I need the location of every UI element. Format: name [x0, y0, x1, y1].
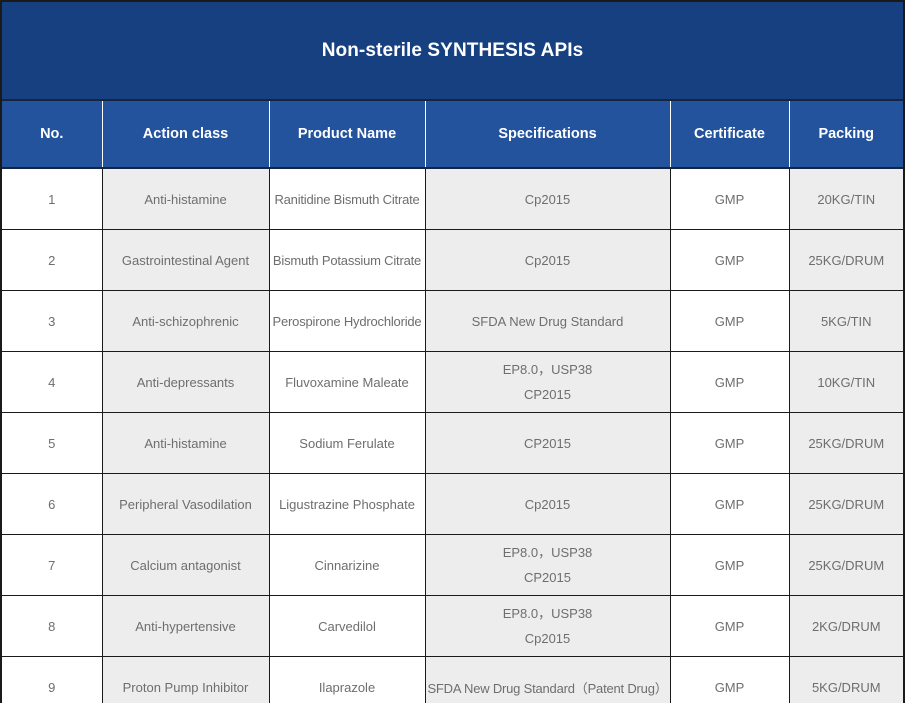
spec-line-2: CP2015 — [524, 570, 571, 585]
cell-action-class: Peripheral Vasodilation — [102, 473, 270, 535]
cell-product-name: Ilaprazole — [269, 656, 426, 703]
cell-certificate: GMP — [670, 595, 790, 657]
cell-packing: 25KG/DRUM — [789, 229, 903, 291]
cell-action-class: Proton Pump Inhibitor — [102, 656, 270, 703]
non-sterile-synthesis-apis-table: Non-sterile SYNTHESIS APIs No. Action cl… — [2, 2, 903, 703]
cell-packing: 25KG/DRUM — [789, 412, 903, 474]
cell-certificate: GMP — [670, 534, 790, 596]
cell-packing: 10KG/TIN — [789, 351, 903, 413]
cell-specifications: Cp2015 — [425, 229, 671, 291]
cell-packing: 20KG/TIN — [789, 168, 903, 230]
spec-line-1: EP8.0，USP38 — [502, 545, 593, 560]
cell-certificate: GMP — [670, 168, 790, 230]
cell-no: 4 — [2, 351, 103, 413]
cell-specifications: SFDA New Drug Standard（Patent Drug） — [425, 656, 671, 703]
cell-specifications: EP8.0，USP38 Cp2015 — [425, 595, 671, 657]
table-row: 8 Anti-hypertensive Carvedilol EP8.0，USP… — [2, 595, 903, 657]
spec-line-1: EP8.0，USP38 — [502, 606, 593, 621]
cell-certificate: GMP — [670, 290, 790, 352]
cell-product-name: Fluvoxamine Maleate — [269, 351, 426, 413]
cell-no: 3 — [2, 290, 103, 352]
cell-action-class: Gastrointestinal Agent — [102, 229, 270, 291]
cell-product-name: Ligustrazine Phosphate — [269, 473, 426, 535]
cell-packing: 25KG/DRUM — [789, 473, 903, 535]
cell-packing: 5KG/DRUM — [789, 656, 903, 703]
cell-product-name: Carvedilol — [269, 595, 426, 657]
column-header-action-class[interactable]: Action class — [101, 99, 270, 169]
spec-line-1: EP8.0，USP38 — [502, 362, 593, 377]
cell-product-name: Ranitidine Bismuth Citrate — [269, 168, 426, 230]
cell-specifications: Cp2015 — [425, 473, 671, 535]
spec-line-2: CP2015 — [524, 387, 571, 402]
cell-no: 7 — [2, 534, 103, 596]
table-title-row: Non-sterile SYNTHESIS APIs — [2, 2, 903, 100]
cell-action-class: Anti-schizophrenic — [102, 290, 270, 352]
cell-certificate: GMP — [670, 229, 790, 291]
table-row: 5 Anti-histamine Sodium Ferulate CP2015 … — [2, 412, 903, 474]
spec-line-2: Cp2015 — [524, 631, 571, 646]
cell-packing: 5KG/TIN — [789, 290, 903, 352]
table-row: 9 Proton Pump Inhibitor Ilaprazole SFDA … — [2, 656, 903, 703]
cell-no: 6 — [2, 473, 103, 535]
cell-certificate: GMP — [670, 656, 790, 703]
cell-no: 9 — [2, 656, 103, 703]
cell-product-name: Cinnarizine — [269, 534, 426, 596]
table-row: 3 Anti-schizophrenic Perospirone Hydroch… — [2, 290, 903, 352]
column-header-no[interactable]: No. — [2, 99, 103, 169]
cell-no: 1 — [2, 168, 103, 230]
cell-no: 5 — [2, 412, 103, 474]
api-table-container: Non-sterile SYNTHESIS APIs No. Action cl… — [0, 0, 905, 703]
table-row: 6 Peripheral Vasodilation Ligustrazine P… — [2, 473, 903, 535]
cell-specifications: SFDA New Drug Standard — [425, 290, 671, 352]
table-row: 1 Anti-histamine Ranitidine Bismuth Citr… — [2, 168, 903, 230]
cell-action-class: Anti-histamine — [102, 412, 270, 474]
table-header-row: No. Action class Product Name Specificat… — [2, 99, 903, 169]
cell-specifications: Cp2015 — [425, 168, 671, 230]
cell-specifications: EP8.0，USP38 CP2015 — [425, 534, 671, 596]
cell-certificate: GMP — [670, 351, 790, 413]
cell-action-class: Calcium antagonist — [102, 534, 270, 596]
cell-product-name: Perospirone Hydrochloride — [269, 290, 426, 352]
cell-packing: 25KG/DRUM — [789, 534, 903, 596]
column-header-certificate[interactable]: Certificate — [669, 99, 790, 169]
cell-specifications: CP2015 — [425, 412, 671, 474]
table-body: 1 Anti-histamine Ranitidine Bismuth Citr… — [2, 168, 903, 703]
cell-certificate: GMP — [670, 473, 790, 535]
cell-no: 2 — [2, 229, 103, 291]
cell-no: 8 — [2, 595, 103, 657]
cell-product-name: Bismuth Potassium Citrate — [269, 229, 426, 291]
cell-action-class: Anti-hypertensive — [102, 595, 270, 657]
table-row: 2 Gastrointestinal Agent Bismuth Potassi… — [2, 229, 903, 291]
table-row: 7 Calcium antagonist Cinnarizine EP8.0，U… — [2, 534, 903, 596]
column-header-product-name[interactable]: Product Name — [268, 99, 426, 169]
column-header-specifications[interactable]: Specifications — [424, 99, 671, 169]
table-row: 4 Anti-depressants Fluvoxamine Maleate E… — [2, 351, 903, 413]
cell-packing: 2KG/DRUM — [789, 595, 903, 657]
cell-product-name: Sodium Ferulate — [269, 412, 426, 474]
cell-certificate: GMP — [670, 412, 790, 474]
column-header-packing[interactable]: Packing — [788, 99, 903, 169]
cell-action-class: Anti-histamine — [102, 168, 270, 230]
cell-specifications: EP8.0，USP38 CP2015 — [425, 351, 671, 413]
cell-action-class: Anti-depressants — [102, 351, 270, 413]
table-title: Non-sterile SYNTHESIS APIs — [2, 2, 903, 100]
